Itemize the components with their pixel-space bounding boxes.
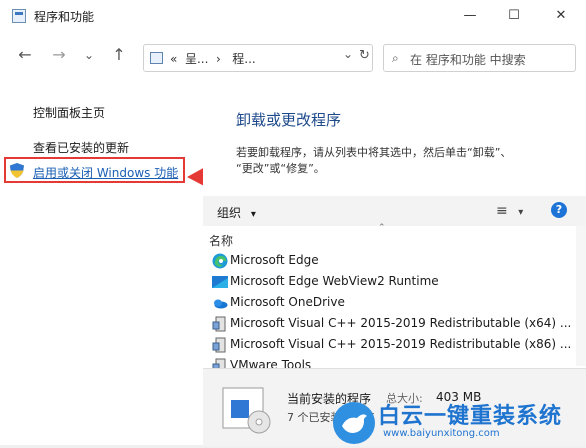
program-name: VMware Tools [230,358,312,368]
list-item[interactable]: Microsoft Visual C++ 2015-2019 Redistrib… [211,335,571,355]
installer-icon [212,358,226,368]
chevron-down-icon: ▾ [518,207,524,218]
back-button[interactable]: ← [14,44,36,66]
page-heading: 卸载或更改程序 [236,111,342,129]
instructions-line-1: 若要卸载程序，请从列表中将其选中，然后单击“卸载”、 [236,146,512,159]
instructions-line-2: “更改”或“修复”。 [236,162,325,175]
forward-button[interactable]: → [48,44,70,66]
list-item[interactable]: Microsoft OneDrive [211,293,571,313]
program-list: Microsoft Edge Microsoft Edge WebView2 R… [203,250,576,368]
list-view-icon: ≡ [496,203,508,219]
command-bar [203,196,586,226]
organize-button[interactable]: 组织 ▾ [217,204,256,221]
program-name: Microsoft Visual C++ 2015-2019 Redistrib… [230,337,572,351]
search-icon: ⌕ [392,51,399,65]
maximize-button[interactable]: ☐ [499,6,529,26]
edge-icon [212,253,228,269]
search-placeholder: 在 程序和功能 中搜索 [410,53,526,67]
sort-indicator-icon: ⌃ [378,223,386,233]
watermark-url: www.baiyunxitong.com [383,428,500,439]
webview-icon [212,276,228,288]
control-panel-home-link[interactable]: 控制面板主页 [33,104,105,121]
programs-cd-icon [222,387,271,434]
close-button[interactable]: ✕ [546,6,576,26]
search-box[interactable]: ⌕ 在 程序和功能 中搜索 [383,44,576,72]
scrollbar[interactable] [576,226,586,366]
refresh-icon[interactable]: ↻ [359,48,370,63]
column-header-name[interactable]: 名称 [209,232,233,249]
list-item[interactable]: Microsoft Edge WebView2 Runtime [211,272,571,292]
installer-icon [212,337,226,353]
view-options-button[interactable]: ≡ ▾ [496,203,523,219]
help-icon[interactable]: ? [551,202,567,218]
minimize-button[interactable]: — [455,6,485,26]
view-installed-updates-link[interactable]: 查看已安装的更新 [33,139,129,156]
bird-logo-icon [333,402,375,444]
program-name: Microsoft Visual C++ 2015-2019 Redistrib… [230,316,572,330]
installer-icon [212,316,226,332]
program-name: Microsoft OneDrive [230,295,345,309]
organize-label: 组织 [217,206,242,220]
recent-locations-button[interactable]: ⌄ [78,44,100,66]
address-breadcrumb[interactable]: « 呈... › 程... [170,50,256,67]
control-panel-icon [150,52,163,64]
chevron-down-icon: ▾ [250,209,256,220]
watermark-brand: 白云一键重装系统 [378,404,563,429]
program-name: Microsoft Edge [230,253,319,267]
list-item[interactable]: Microsoft Visual C++ 2015-2019 Redistrib… [211,314,571,334]
highlight-annotation [4,157,185,183]
address-bar[interactable]: « 呈... › 程... [143,44,373,72]
programs-app-icon [12,9,26,23]
program-name: Microsoft Edge WebView2 Runtime [230,274,439,288]
window-title: 程序和功能 [34,10,95,24]
address-dropdown-icon[interactable]: ⌄ [343,47,353,61]
list-item[interactable]: VMware Tools [211,356,571,368]
list-item[interactable]: Microsoft Edge [211,251,571,271]
up-button[interactable]: ↑ [108,44,130,66]
onedrive-icon [214,299,228,309]
